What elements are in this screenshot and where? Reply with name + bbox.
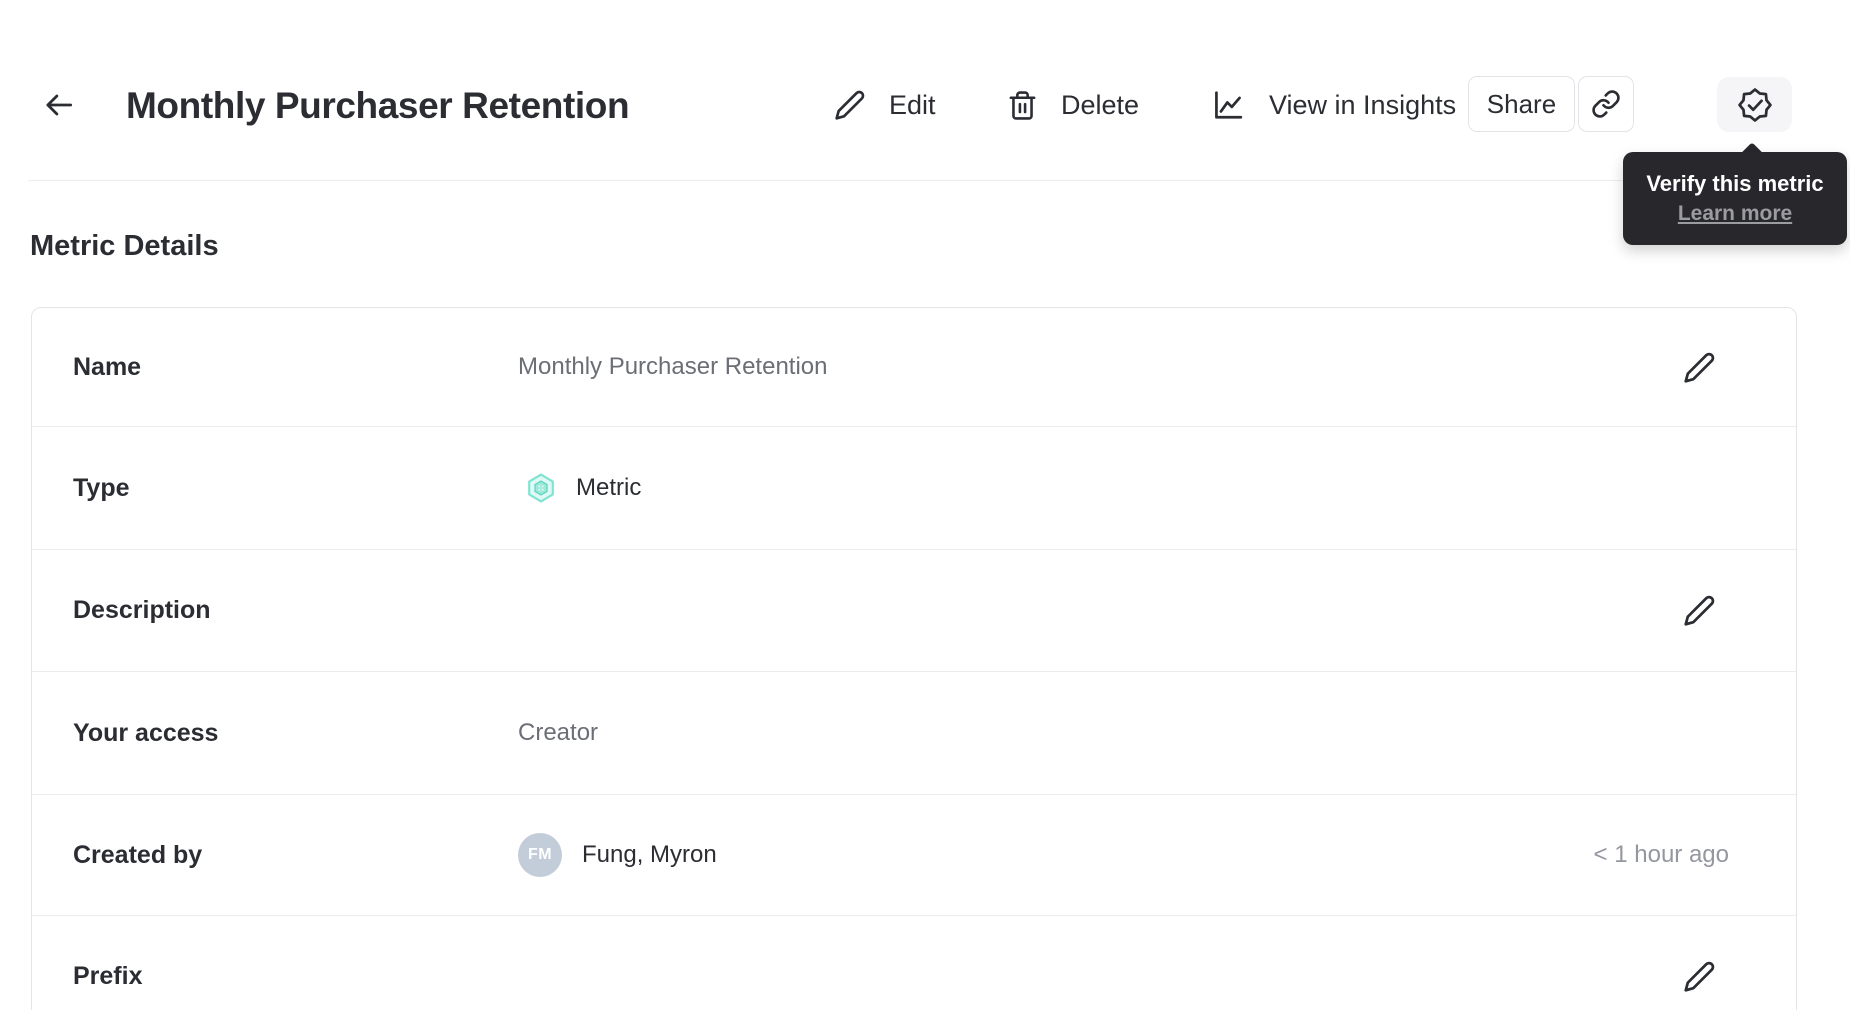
trash-icon [1007,90,1038,121]
row-value-your-access: Creator [518,719,599,746]
share-button[interactable]: Share [1468,76,1575,132]
view-in-insights-label: View in Insights [1269,89,1457,120]
row-label: Your access [73,718,219,747]
detail-row-created-by: Created by FM Fung, Myron < 1 hour ago [32,794,1796,915]
created-by-name: Fung, Myron [582,841,717,868]
row-label: Type [73,473,130,502]
verify-metric-tooltip: Verify this metric Learn more [1623,152,1847,245]
tooltip-title: Verify this metric [1646,171,1824,196]
line-chart-icon [1210,87,1246,123]
metric-hexagon-icon [526,473,556,503]
page-title: Monthly Purchaser Retention [126,85,630,126]
section-title: Metric Details [30,230,219,262]
detail-row-your-access: Your access Creator [32,671,1796,794]
delete-button[interactable]: Delete [1007,78,1139,132]
header-divider [28,180,1822,181]
edit-button-label: Edit [889,89,936,120]
avatar: FM [518,833,562,877]
learn-more-link[interactable]: Learn more [1678,202,1792,226]
edit-name-button[interactable] [1677,345,1721,389]
row-label: Created by [73,840,203,869]
metric-details-page: { "header": { "title": "Monthly Purchase… [0,0,1850,1010]
row-label: Name [73,352,142,381]
view-in-insights-button[interactable]: View in Insights [1210,78,1456,132]
metric-details-card: Name Monthly Purchaser Retention Type Me… [31,307,1797,1010]
delete-button-label: Delete [1061,89,1140,120]
edit-description-button[interactable] [1677,589,1721,633]
back-button[interactable] [38,84,80,126]
pencil-icon [834,89,866,121]
edit-button[interactable]: Edit [834,78,936,132]
created-timestamp: < 1 hour ago [1593,841,1729,868]
detail-row-type: Type Metric [32,426,1796,549]
row-value-type: Metric [576,474,642,501]
pencil-icon [1683,960,1716,993]
share-button-label: Share [1486,88,1557,119]
edit-prefix-button[interactable] [1677,955,1721,999]
avatar-initials: FM [527,846,553,863]
verify-metric-button[interactable] [1717,77,1792,132]
arrow-left-icon [42,88,76,122]
verified-badge-icon [1736,86,1774,124]
link-icon [1591,89,1621,119]
row-label: Prefix [73,962,143,990]
row-label: Description [73,596,211,624]
row-value-name: Monthly Purchaser Retention [518,353,828,380]
detail-row-prefix: Prefix [32,915,1796,1010]
detail-row-description: Description [32,549,1796,671]
copy-link-button[interactable] [1578,76,1634,132]
detail-row-name: Name Monthly Purchaser Retention [32,308,1796,426]
pencil-icon [1683,351,1716,384]
pencil-icon [1683,594,1716,627]
